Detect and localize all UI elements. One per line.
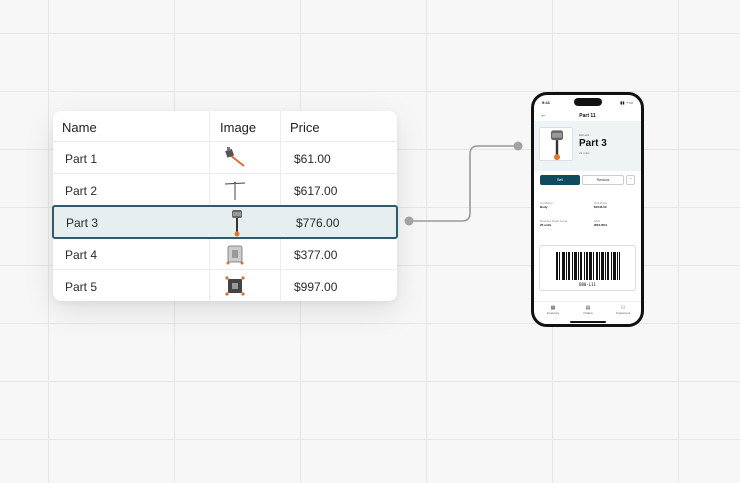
detail-unit-price: Unit Price $1543.00: [594, 201, 608, 209]
tab-orders[interactable]: ▤ Orders: [573, 305, 603, 315]
motor-mount-part-icon: [550, 130, 564, 161]
row-price: $776.00: [296, 216, 340, 230]
tab-inventory[interactable]: ▦ Inventory: [538, 305, 568, 315]
motor-mount-part-icon: [232, 210, 242, 237]
detail-condition: Condition Body: [540, 201, 553, 209]
restock-button[interactable]: Restock: [582, 175, 624, 185]
product-hero: Acc-ent Part 3 22 units: [534, 121, 641, 171]
barcode-number: B80-L11: [579, 282, 596, 287]
more-options-button[interactable]: ⋯: [626, 175, 635, 185]
product-units: 22 units: [579, 151, 590, 155]
row-name: Part 3: [66, 216, 99, 230]
phone-header-title: Part 11: [579, 113, 596, 119]
detail-sku: SKU W10-W11: [594, 219, 608, 227]
connector-start-dot: [404, 216, 414, 226]
barcode-image: [556, 252, 620, 280]
status-time: 9:41: [542, 100, 551, 105]
home-indicator: [570, 321, 606, 323]
tab-customers[interactable]: ⚇ Customers: [608, 305, 638, 315]
barcode-card: B80-L11: [539, 245, 636, 291]
detail-reorder-level: Reorder Stock Level 25 units: [540, 219, 568, 227]
phone-preview: 9:41 ▮▮ ◔ ▭ ← Part 11 Acc-ent Part 3 22 …: [531, 92, 644, 327]
signal-battery-icon: ▮▮ ◔ ▭: [620, 100, 633, 105]
phone-notch: [574, 98, 602, 106]
product-image: [539, 127, 573, 161]
product-name: Part 3: [579, 138, 607, 149]
connector-end-dot: [513, 141, 523, 151]
product-category: Acc-ent: [579, 133, 590, 137]
sell-button[interactable]: Sell: [540, 175, 580, 185]
table-row-selected[interactable]: Part 3 $776.00: [52, 205, 398, 239]
